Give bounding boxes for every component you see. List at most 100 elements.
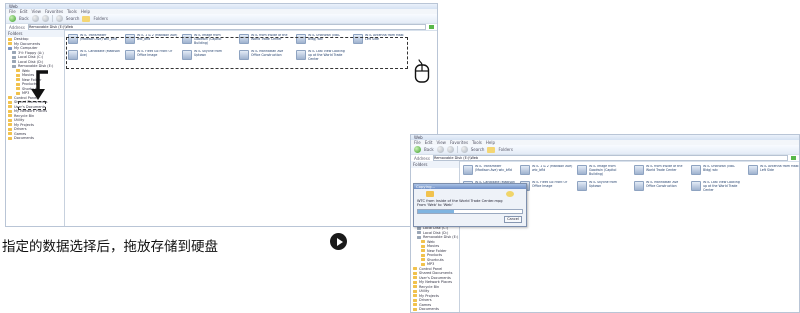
selection-box [66,37,408,69]
tree-item-label: User's Documents [419,275,451,280]
folders-icon[interactable] [487,146,496,153]
folder-icon [413,267,417,271]
menu-item[interactable]: Tools [67,9,77,14]
file-name: WTC Skyline from Uptown [589,181,617,188]
step-caption: 指定的数据选择后，拖放存储到硬盘 [2,239,218,255]
search-label[interactable]: Search [471,147,485,152]
tree-item-label: Documents [419,307,439,312]
tree-item-label: Drivers [419,298,432,303]
menu-item[interactable]: Favorites [45,9,63,14]
video-file-icon [634,181,644,191]
drive-icon [12,60,16,64]
file-item[interactable]: WTC Fleet Go Front Of Office Image [520,181,573,191]
folder-icon [16,87,20,91]
tree-item-label: Products [427,253,443,258]
folder-icon [16,69,20,73]
folder-icon [413,303,417,307]
menu-item[interactable]: Tools [472,140,482,145]
tree-item-label: Documents [14,136,34,141]
tree-item-label: New Folder [427,248,447,253]
search-icon[interactable] [55,15,63,22]
tree-item-label: Removable Disk (E:) [18,64,54,69]
folder-icon [413,289,417,293]
folder-icon [8,109,12,113]
video-file-icon [748,165,758,175]
file-item[interactable]: WTC Image from Goodwin (Capitol Building… [577,165,630,176]
forward-icon[interactable] [436,146,444,153]
search-label[interactable]: Search [66,16,80,21]
tree-item-label: Movies [427,244,440,249]
tree-item-label: Control Panel [419,266,443,271]
forward-icon[interactable] [31,15,39,22]
tree-item-label: Shared Documents [419,271,453,276]
tree-item-label: My Documents [14,41,41,46]
menu-item[interactable]: Help [81,9,90,14]
tree-item-label: Utility [14,118,25,123]
folder-icon [16,91,20,95]
menu-item[interactable]: Edit [20,9,28,14]
back-icon[interactable] [414,146,421,153]
menu-item[interactable]: View [436,140,446,145]
folder-icon [8,37,12,41]
toolbar: Back Search Folders [6,14,437,24]
folder-icon [413,271,417,275]
address-bar: Address Removable Disk (E:)\Web [6,24,437,31]
dialog-subtext: From 'Web' to 'Web' [417,203,453,207]
tree-item-label: Recycle Bin [419,284,440,289]
address-input[interactable]: Removable Disk (E:)\Web [432,155,788,161]
folder-icon [421,262,425,266]
go-button[interactable] [429,25,434,29]
back-label[interactable]: Back [424,147,434,152]
video-file-icon [634,165,644,175]
cancel-button[interactable]: Cancel [504,216,522,223]
folder-icon [16,78,20,82]
folders-icon[interactable] [82,15,91,22]
folder-tree-pane: Folders DesktopMy DocumentsMy Computer3½… [6,30,65,226]
folder-icon [413,276,417,280]
folders-label[interactable]: Folders [93,16,107,21]
back-icon[interactable] [9,15,16,22]
address-label: Address [414,155,430,161]
menu-item[interactable]: Edit [425,140,433,145]
tree-item[interactable]: Documents [8,136,64,141]
menu-item[interactable]: Favorites [450,140,468,145]
file-name: WTC Manhattan Ave Office Construction [646,181,679,188]
video-file-icon [577,181,587,191]
menu-item[interactable]: View [31,9,41,14]
folder-icon [8,118,12,122]
folder-icon [421,249,425,253]
drive-icon [12,55,16,59]
tree-item[interactable]: Documents [413,307,459,312]
menu-item[interactable]: File [9,9,16,14]
file-item[interactable]: WTC Unknown (NBC Bldg) wtc [691,165,744,175]
tree-item-label: Local Disk (C:) [18,55,44,60]
file-item[interactable]: WTC Antenna from Mast Left Side [748,165,799,175]
file-item[interactable]: WTC Skyline from Uptown [577,181,630,191]
search-icon[interactable] [460,146,468,153]
up-icon[interactable] [41,15,49,22]
toolbar: Back Search Folders [411,145,799,155]
file-item[interactable]: WTC Last View Looking up at the World Tr… [691,181,744,192]
file-item[interactable]: WTC 1 & 2 (Madison Ave) wtc_bfld [520,165,573,175]
address-input[interactable]: Removable Disk (E:)\Web [27,24,426,30]
tree-item-label: Desktop [14,37,29,42]
folder-icon [413,285,417,289]
up-icon[interactable] [446,146,454,153]
tree-item-label: My Network Places [419,280,453,285]
disk-icon [506,191,514,197]
dialog-animation [414,189,526,199]
back-label[interactable]: Back [19,16,29,21]
folder-tree-title: Folders [411,161,459,168]
go-button[interactable] [791,156,796,160]
tree-item-label: MP3 [427,262,435,267]
file-item[interactable]: WTC Manhattan Ave Office Construction [634,181,687,191]
file-item[interactable]: WTC from Inside of the World Trade Cente… [634,165,687,175]
folder-icon [8,132,12,136]
file-item[interactable]: WTC Transmitter (Madison Ave) wtc_bfld [463,165,516,175]
folder-icon [413,280,417,284]
drive-icon [12,51,16,55]
menu-item[interactable]: File [414,140,421,145]
menu-item[interactable]: Help [486,140,495,145]
folders-label[interactable]: Folders [498,147,512,152]
file-name: WTC from Inside of the World Trade Cente… [646,165,683,172]
